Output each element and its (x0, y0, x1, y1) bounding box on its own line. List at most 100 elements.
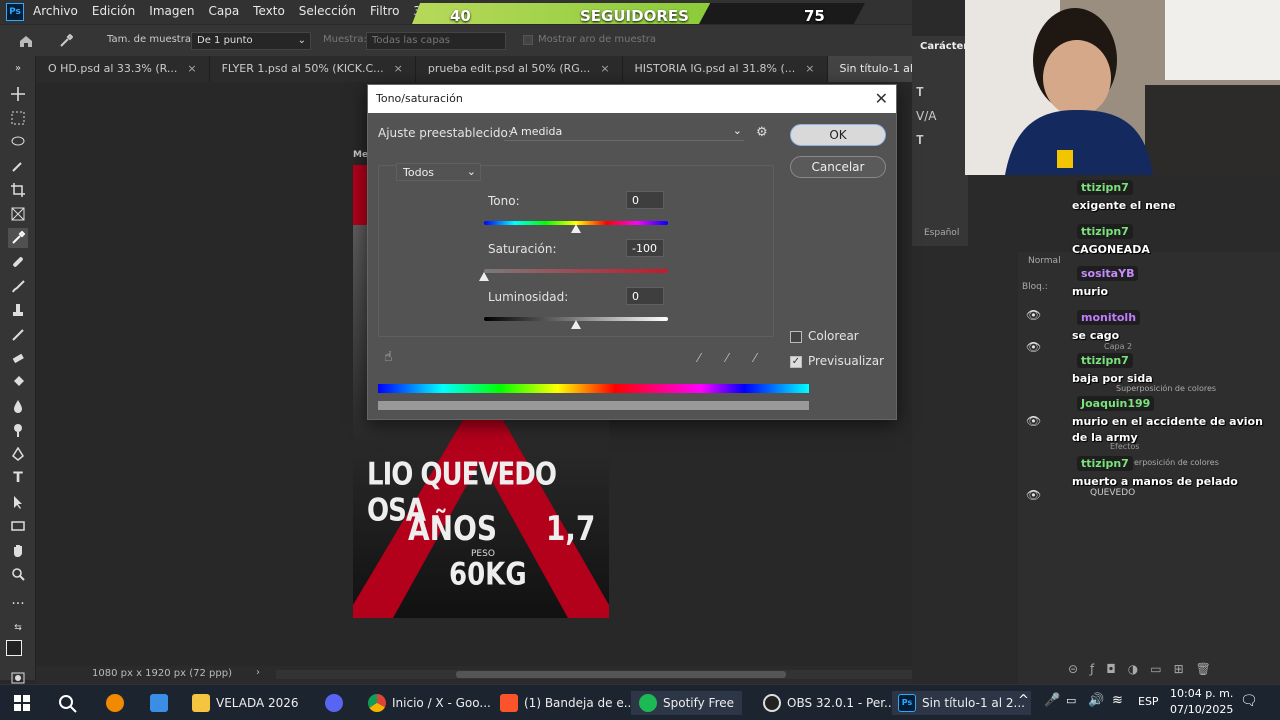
close-tab-icon[interactable]: × (600, 62, 609, 75)
gear-icon[interactable]: ⚙ (756, 125, 768, 140)
document-tab[interactable]: prueba edit.psd al 50% (RG... × (416, 56, 623, 82)
pen-tool-icon[interactable] (8, 444, 28, 464)
chevron-right-icon[interactable]: › (256, 667, 260, 678)
saturation-label: Saturación: (488, 242, 557, 256)
document-tab[interactable]: FLYER 1.psd al 50% (KICK.C... × (210, 56, 416, 82)
language-select[interactable]: Español (924, 228, 959, 238)
lightness-slider-thumb[interactable] (571, 320, 581, 329)
taskbar-item-obs[interactable]: OBS 32.0.1 - Per... (763, 693, 896, 713)
visibility-eye-icon[interactable]: 👁 (1026, 488, 1041, 502)
search-icon[interactable] (58, 694, 78, 717)
discord-icon[interactable] (325, 694, 343, 712)
move-tool-icon[interactable] (8, 84, 28, 104)
hue-slider-thumb[interactable] (571, 224, 581, 233)
colorize-checkbox[interactable] (790, 331, 802, 343)
taskbar-item-velada[interactable]: VELADA 2026 (192, 693, 299, 713)
hand-tool-icon[interactable] (8, 540, 28, 560)
eraser-tool-icon[interactable] (8, 348, 28, 368)
preview-checkbox[interactable]: ✓ (790, 356, 802, 368)
blend-mode-select[interactable]: Normal (1028, 256, 1061, 266)
healing-brush-icon[interactable] (8, 252, 28, 272)
preset-select[interactable]: A medida ⌄ (504, 123, 744, 141)
show-hidden-icons-chevron-icon[interactable]: ^ (1018, 693, 1029, 708)
hue-input[interactable]: 0 (626, 191, 664, 209)
saturation-slider-track[interactable] (484, 269, 668, 273)
document-tab[interactable]: O HD.psd al 33.3% (R... × (36, 56, 210, 82)
close-icon[interactable]: ✕ (875, 89, 888, 108)
kerning-icon[interactable]: V/A (916, 104, 965, 128)
magic-wand-tool-icon[interactable] (8, 156, 28, 176)
horizontal-scrollbar-thumb[interactable] (456, 671, 786, 678)
zoom-tool-icon[interactable] (8, 564, 28, 584)
close-tab-icon[interactable]: × (187, 62, 196, 75)
volume-icon[interactable]: 🔊 (1088, 693, 1104, 708)
menu-item[interactable]: Texto (253, 4, 285, 18)
type-tool-icon[interactable]: T (8, 468, 28, 488)
brush-tool-icon[interactable] (8, 276, 28, 296)
document-tab[interactable]: HISTORIA IG.psd al 31.8% (... × (623, 56, 828, 82)
close-tab-icon[interactable]: × (394, 62, 403, 75)
taskbar-item-spotify[interactable]: Spotify Free (631, 691, 743, 715)
menu-item[interactable]: Imagen (149, 4, 194, 18)
saturation-input[interactable]: -100 (626, 239, 664, 257)
show-ring-checkbox[interactable] (523, 35, 533, 45)
lasso-tool-icon[interactable] (8, 132, 28, 152)
collapse-icon[interactable]: » (8, 58, 28, 78)
eyedropper-minus-icon[interactable]: ⁄ (754, 351, 756, 365)
clock-date[interactable]: 07/10/2025 (1170, 703, 1233, 716)
paint-bucket-icon[interactable] (8, 372, 28, 392)
windows-start-icon[interactable] (14, 695, 30, 714)
visibility-eye-icon[interactable]: 👁 (1026, 414, 1041, 428)
language-indicator[interactable]: ESP (1138, 695, 1159, 708)
clock-time[interactable]: 10:04 p. m. (1170, 687, 1233, 700)
display-icon[interactable] (150, 694, 168, 712)
menu-item[interactable]: Capa (208, 4, 239, 18)
layers-footer-icons[interactable]: ⊝ƒ◘◑▭⊞🗑 (1068, 662, 1268, 676)
menu-item[interactable]: Selección (299, 4, 356, 18)
close-tab-icon[interactable]: × (805, 62, 814, 75)
visibility-eye-icon[interactable]: 👁 (1026, 308, 1041, 322)
fl-studio-icon[interactable] (106, 694, 124, 712)
channel-select[interactable]: Todos ⌄ (396, 163, 481, 181)
history-brush-icon[interactable] (8, 324, 28, 344)
saturation-slider-thumb[interactable] (479, 272, 489, 281)
lightness-input[interactable]: 0 (626, 287, 664, 305)
visibility-eye-icon[interactable]: 👁 (1026, 340, 1041, 354)
taskbar-item-photoshop[interactable]: Ps Sin título-1 al 2... (892, 691, 1031, 715)
marquee-tool-icon[interactable] (8, 108, 28, 128)
menu-item[interactable]: Edición (92, 4, 135, 18)
eyedropper-plus-icon[interactable]: ⁄ (726, 351, 728, 365)
home-icon[interactable] (16, 31, 36, 51)
path-selection-icon[interactable] (8, 492, 28, 512)
blur-tool-icon[interactable] (8, 396, 28, 416)
horizontal-scrollbar[interactable] (276, 670, 956, 679)
font-size-icon[interactable]: 𝐓 (916, 80, 965, 104)
eyedropper-icon[interactable]: ⁄ (698, 351, 700, 365)
document-tab-label: O HD.psd al 33.3% (R... (48, 62, 178, 75)
ok-button[interactable]: OK (790, 124, 886, 146)
scale-icon[interactable]: 𝐓 (916, 128, 965, 152)
microphone-icon[interactable]: 🎤 (1044, 693, 1060, 708)
swap-colors-icon[interactable]: ⇆ (8, 618, 28, 638)
rectangle-tool-icon[interactable] (8, 516, 28, 536)
stamp-tool-icon[interactable] (8, 300, 28, 320)
cancel-button[interactable]: Cancelar (790, 156, 886, 178)
wifi-icon[interactable]: ≋ (1112, 693, 1123, 708)
eyedropper-icon[interactable] (8, 228, 28, 248)
foreground-color-swatch[interactable] (6, 640, 22, 656)
eyedropper-tool-icon[interactable] (56, 31, 76, 51)
taskbar-item-chrome[interactable]: Inicio / X - Goo... (368, 693, 491, 713)
crop-tool-icon[interactable] (8, 180, 28, 200)
more-tools-icon[interactable]: ··· (8, 594, 28, 614)
dodge-tool-icon[interactable] (8, 420, 28, 440)
photoshop-logo-icon[interactable]: Ps (6, 3, 24, 21)
on-image-adjust-icon[interactable]: ☝ (384, 349, 393, 365)
network-icon[interactable]: ▭ (1066, 694, 1076, 707)
notifications-icon[interactable]: 🗨 (1240, 693, 1258, 709)
sample-size-select[interactable]: De 1 punto ⌄ (191, 32, 311, 50)
menu-item[interactable]: Filtro (370, 4, 399, 18)
taskbar-item-brave[interactable]: (1) Bandeja de e... (500, 693, 635, 713)
frame-tool-icon[interactable] (8, 204, 28, 224)
sample-select[interactable]: Todas las capas (366, 32, 506, 50)
menu-item[interactable]: Archivo (33, 4, 78, 18)
